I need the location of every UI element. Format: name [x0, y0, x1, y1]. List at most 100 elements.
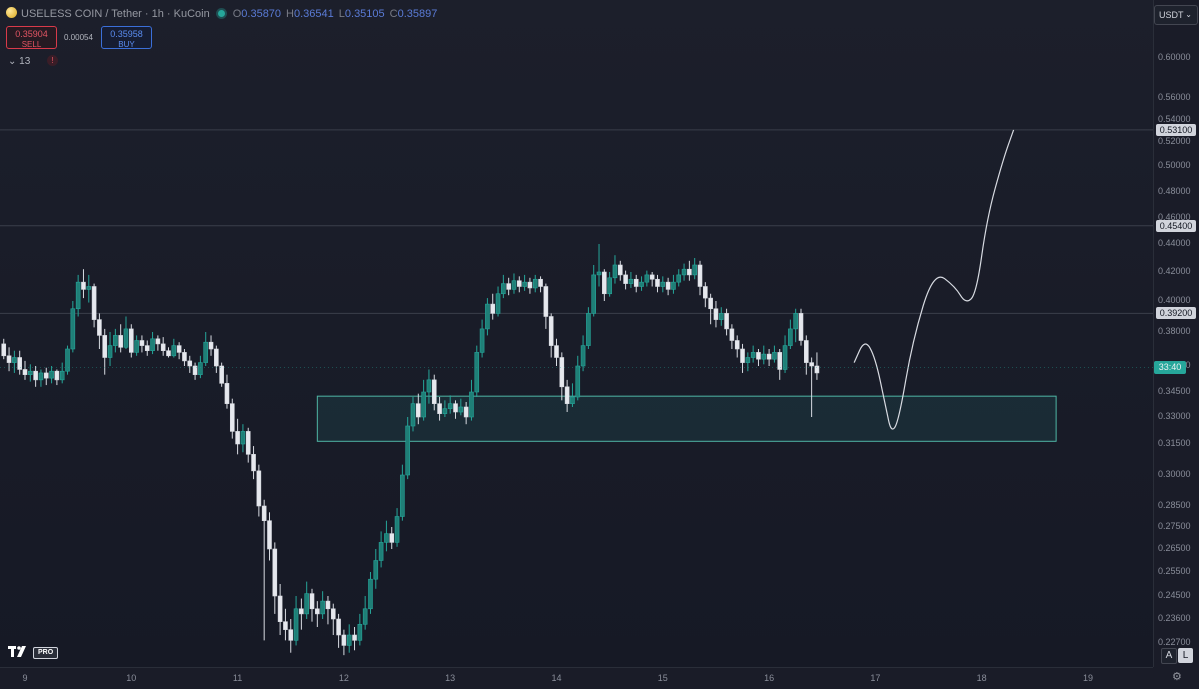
candle-body [150, 338, 155, 351]
sell-price: 0.35904 [15, 29, 48, 39]
candle-body [421, 391, 426, 418]
candle-body [607, 277, 612, 295]
candle-body [416, 403, 421, 418]
candle-body [272, 548, 278, 597]
candle-body [511, 280, 517, 290]
candle-body [235, 431, 240, 445]
candle-body [745, 357, 751, 363]
candle-body [431, 379, 437, 404]
candle-body [554, 345, 559, 358]
buy-price: 0.35958 [110, 29, 143, 39]
candle-body [628, 278, 634, 284]
candle-body [426, 379, 432, 393]
candle-body [123, 328, 129, 348]
candle-body [591, 274, 597, 314]
candle-body [378, 542, 384, 561]
candle-body [256, 470, 262, 507]
time-tick: 10 [126, 673, 137, 683]
candle-body [527, 281, 533, 289]
candle-body [485, 303, 490, 330]
price-tick: 0.56000 [1158, 92, 1191, 102]
candle-body [612, 264, 618, 279]
candle-body [219, 365, 224, 384]
candle-body [229, 403, 235, 432]
candle-body [144, 345, 150, 352]
alert-icon[interactable]: ! [47, 55, 58, 66]
candle-body [617, 264, 623, 276]
candle-body [793, 313, 798, 330]
candle-body [198, 362, 203, 375]
price-axis[interactable]: 0.60000 0.56000 0.54000 0.52000 0.50000 0.480… [1153, 0, 1199, 667]
price-tick: 0.33000 [1158, 411, 1191, 421]
candle-body [410, 403, 416, 427]
horizontal-line-label[interactable]: 0.45400 [1156, 219, 1196, 232]
candle-body [214, 348, 219, 367]
price-tick: 0.44000 [1158, 238, 1191, 248]
candle-body [479, 328, 485, 353]
candle-body [575, 365, 581, 398]
candle-body [671, 281, 676, 290]
candle-body [43, 372, 49, 379]
candle-body [166, 350, 171, 357]
candle-body [203, 341, 209, 363]
candle-body [644, 274, 650, 283]
price-tick: 0.28500 [1158, 500, 1191, 510]
candle-body [352, 634, 357, 641]
price-tick: 0.24500 [1158, 590, 1191, 600]
candle-body [134, 340, 139, 353]
time-tick: 14 [551, 673, 562, 683]
gear-icon[interactable]: ⚙ [1172, 670, 1182, 683]
time-axis[interactable]: 9 10 11 12 13 14 15 16 17 18 19 [0, 667, 1153, 689]
candle-body [299, 608, 304, 615]
symbol-title[interactable]: USELESS COIN / Tether · 1h · KuCoin [21, 8, 210, 20]
buy-button[interactable]: 0.35958 BUY [101, 26, 152, 49]
price-tick: 0.31500 [1158, 438, 1191, 448]
candle-body [692, 264, 697, 276]
candle-body [1, 343, 7, 357]
candle-body [59, 370, 65, 381]
candle-body [251, 454, 256, 472]
candle-body [798, 313, 804, 341]
horizontal-line-label[interactable]: 0.53100 [1156, 123, 1196, 136]
time-tick: 15 [657, 673, 668, 683]
time-tick: 16 [764, 673, 775, 683]
candle-body [676, 274, 682, 283]
candle-body [384, 533, 389, 543]
candle-body [660, 281, 666, 287]
candle-body [357, 624, 363, 641]
candle-body [139, 340, 145, 346]
candle-body [261, 505, 267, 521]
candle-body [596, 271, 602, 276]
currency-selector[interactable]: USDT ⌄ [1154, 5, 1198, 25]
candle-body [633, 278, 639, 287]
candle-body [160, 343, 166, 351]
price-tick: 0.54000 [1158, 114, 1191, 124]
symbol-header: USELESS COIN / Tether · 1h · KuCoin O0.35… [6, 6, 440, 22]
candle-body [362, 608, 368, 625]
candle-body [453, 403, 458, 413]
price-tick: 0.34500 [1158, 386, 1191, 396]
chart-pane[interactable] [0, 0, 1153, 667]
sell-button[interactable]: 0.35904 SELL [6, 26, 57, 49]
candle-body [22, 369, 28, 375]
indicators-toggle[interactable]: ⌄ 13 [8, 56, 30, 67]
candle-body [469, 391, 474, 418]
chart-canvas[interactable] [0, 0, 1153, 667]
candle-body [129, 328, 134, 353]
time-tick: 19 [1082, 673, 1094, 683]
candle-body [713, 308, 719, 320]
high-value: 0.36541 [294, 8, 334, 20]
candle-body [38, 372, 44, 381]
auto-scale-button[interactable]: A [1161, 648, 1177, 664]
candle-body [724, 313, 729, 330]
candle-body [267, 520, 272, 550]
candle-body [293, 608, 299, 641]
log-scale-button[interactable]: L [1178, 648, 1193, 663]
pro-badge: PRO [33, 647, 59, 659]
candle-body [394, 516, 400, 543]
price-tick: 0.27500 [1158, 521, 1191, 531]
candle-body [495, 293, 501, 314]
candle-body [777, 352, 783, 370]
high-key: H [286, 8, 294, 20]
horizontal-line-label[interactable]: 0.39200 [1156, 307, 1196, 320]
